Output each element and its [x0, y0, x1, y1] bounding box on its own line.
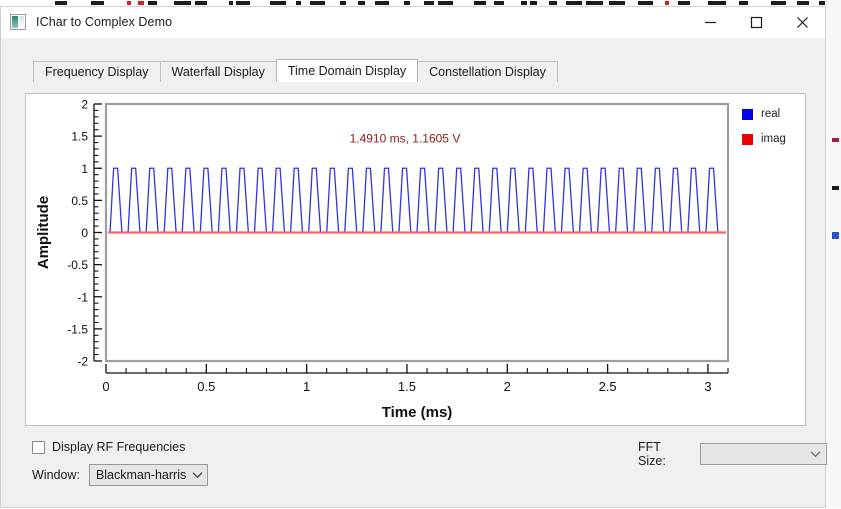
time-domain-plot[interactable]: -2 -1.5 -1 -0.5 0 0.5 1 1.5 2 0 0.5 1 1.5 2 2.5 3 1.491… — [26, 94, 807, 427]
tab-label: Time Domain Display — [287, 64, 407, 78]
tab-constellation-display[interactable]: Constellation Display — [417, 61, 558, 82]
window-function-value: Blackman-harris — [95, 468, 187, 482]
minimize-icon — [704, 21, 716, 23]
tab-content-panel: -2 -1.5 -1 -0.5 0 0.5 1 1.5 2 0 0.5 1 1.5 2 2.5 3 1.491… — [25, 93, 806, 426]
window-function-label: Window: — [32, 468, 80, 482]
window-function-row: Window: Blackman-harris — [32, 464, 208, 486]
window-function-select[interactable]: Blackman-harris — [88, 464, 208, 486]
display-rf-frequencies-row[interactable]: Display RF Frequencies — [32, 440, 185, 454]
y-tick-label: -1.5 — [67, 322, 88, 336]
y-tick-label: 2 — [81, 98, 88, 112]
maximize-button[interactable] — [733, 7, 779, 37]
y-tick-label: 1 — [81, 162, 88, 176]
y-tick-label: 1.5 — [71, 130, 88, 144]
legend-item-real[interactable]: real — [742, 108, 802, 120]
display-rf-frequencies-checkbox[interactable] — [32, 440, 45, 454]
app-icon — [10, 14, 26, 30]
bottom-controls: Display RF Frequencies Window: Blackman-… — [1, 431, 827, 509]
fft-size-select[interactable] — [700, 443, 827, 465]
legend-item-imag[interactable]: imag — [742, 133, 802, 145]
x-tick-label: 0 — [102, 379, 109, 394]
window-title: IChar to Complex Demo — [36, 15, 173, 29]
cursor-readout-text: 1.4910 ms, 1.1605 V — [350, 132, 461, 146]
legend-label-real: real — [761, 108, 781, 120]
legend-label-imag: imag — [761, 133, 786, 145]
x-tick-label: 1.5 — [398, 379, 416, 394]
maximize-icon — [750, 16, 762, 28]
fft-size-row: FFT Size: — [638, 440, 827, 468]
fft-size-label: FFT Size: — [638, 440, 666, 468]
x-tick-label: 0.5 — [197, 379, 215, 394]
display-rf-frequencies-label: Display RF Frequencies — [52, 440, 186, 454]
x-axis-label: Time (ms) — [382, 404, 453, 421]
chevron-down-icon — [186, 471, 208, 479]
plot-legend: real imag — [742, 108, 802, 158]
legend-swatch-real — [742, 108, 753, 120]
tab-frequency-display[interactable]: Frequency Display — [33, 61, 161, 82]
close-icon — [796, 16, 808, 28]
tab-label: Waterfall Display — [171, 65, 265, 79]
tab-waterfall-display[interactable]: Waterfall Display — [159, 61, 277, 82]
y-tick-label: -1 — [77, 290, 88, 304]
tab-time-domain-display[interactable]: Time Domain Display — [275, 59, 419, 82]
y-tick-label: 0.5 — [71, 194, 88, 208]
close-button[interactable] — [779, 7, 825, 37]
x-tick-label: 3 — [704, 379, 711, 394]
background-right-strip — [825, 0, 841, 508]
title-bar: IChar to Complex Demo — [1, 7, 825, 38]
window-controls — [687, 7, 825, 37]
legend-swatch-imag — [742, 133, 753, 145]
x-tick-label: 2.5 — [599, 379, 617, 394]
minimize-button[interactable] — [687, 7, 733, 37]
plot-canvas[interactable]: -2 -1.5 -1 -0.5 0 0.5 1 1.5 2 0 0.5 1 1.5 2 2.5 3 1.491… — [26, 94, 807, 427]
y-tick-label: -2 — [77, 355, 88, 369]
application-window: IChar to Complex Demo Frequency Display … — [0, 6, 827, 509]
plot-annotation: 1.4910 ms, 1.1605 V — [350, 132, 461, 146]
x-tick-label: 1 — [303, 379, 310, 394]
y-tick-label: 0 — [81, 226, 88, 240]
tab-label: Constellation Display — [429, 65, 546, 79]
y-tick-label: -0.5 — [67, 258, 88, 272]
x-tick-label: 2 — [504, 379, 511, 394]
y-axis-label: Amplitude — [35, 196, 52, 269]
tab-label: Frequency Display — [45, 65, 149, 79]
tab-bar: Frequency Display Waterfall Display Time… — [33, 59, 825, 82]
chevron-down-icon — [804, 450, 826, 458]
